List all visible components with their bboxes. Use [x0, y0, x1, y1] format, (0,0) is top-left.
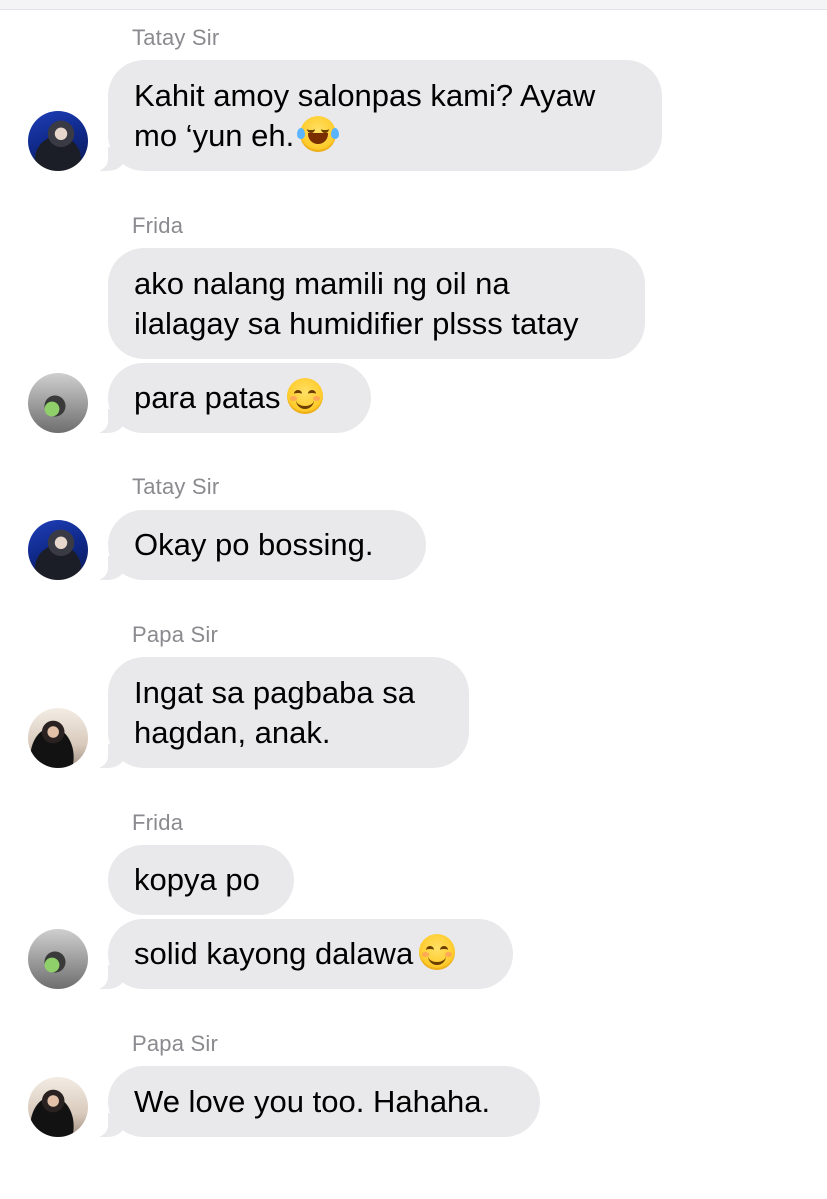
message-bubble[interactable]: Kahit amoy salonpas kami? Ayaw mo ‘yun e…: [86, 60, 662, 171]
message-bubble[interactable]: ako nalang mamili ng oil na ilalagay sa …: [108, 248, 645, 359]
smiling-face-with-smiling-eyes-icon: [419, 934, 456, 970]
message-bubble[interactable]: kopya po: [108, 845, 294, 915]
sender-name-tatay-sir: Tatay Sir: [132, 25, 220, 50]
papa-avatar-icon[interactable]: [28, 708, 88, 768]
message-line: solid kayong dalawa: [134, 936, 414, 971]
message-line: We love you too. Hahaha.: [134, 1083, 491, 1119]
message-line-with-emoji: para patas: [134, 378, 345, 418]
message-line: mo ‘yun eh.: [134, 117, 295, 153]
message-line: Ingat sa pagbaba sa: [134, 674, 415, 710]
message-line: ako nalang mamili ng oil na: [134, 265, 510, 301]
tatay-avatar-icon[interactable]: [28, 520, 88, 580]
message-line: para patas: [134, 380, 281, 415]
frida-avatar-icon[interactable]: [28, 929, 88, 989]
message-line: hagdan, anak.: [134, 714, 331, 750]
sender-name-frida: Frida: [132, 810, 184, 835]
tatay-avatar-icon[interactable]: [28, 111, 88, 171]
smiling-face-with-smiling-eyes-icon: [286, 378, 323, 414]
message-line: kopya po: [134, 862, 260, 897]
sender-name-tatay-sir: Tatay Sir: [132, 474, 220, 499]
message-bubble[interactable]: solid kayong dalawa: [86, 919, 513, 989]
sender-name-papa-sir: Papa Sir: [132, 1031, 218, 1056]
face-with-tears-of-joy-icon: [297, 115, 340, 152]
sender-name-frida: Frida: [132, 213, 184, 238]
message-line-with-emoji: mo ‘yun eh.: [134, 115, 636, 156]
message-line: Kahit amoy salonpas kami? Ayaw: [134, 77, 596, 113]
papa-avatar-icon[interactable]: [28, 1077, 88, 1137]
message-bubble[interactable]: Okay po bossing.: [86, 510, 426, 580]
frida-avatar-icon[interactable]: [28, 373, 88, 433]
message-bubble[interactable]: Ingat sa pagbaba sa hagdan, anak.: [86, 657, 469, 768]
top-edge: [0, 0, 827, 10]
sender-name-papa-sir: Papa Sir: [132, 622, 218, 647]
message-bubble[interactable]: We love you too. Hahaha.: [86, 1066, 540, 1137]
message-line: Okay po bossing.: [134, 527, 374, 562]
message-bubble[interactable]: para patas: [86, 363, 371, 433]
message-line: ilalagay sa humidifier plsss tatay: [134, 305, 579, 341]
message-line-with-emoji: solid kayong dalawa: [134, 934, 487, 974]
